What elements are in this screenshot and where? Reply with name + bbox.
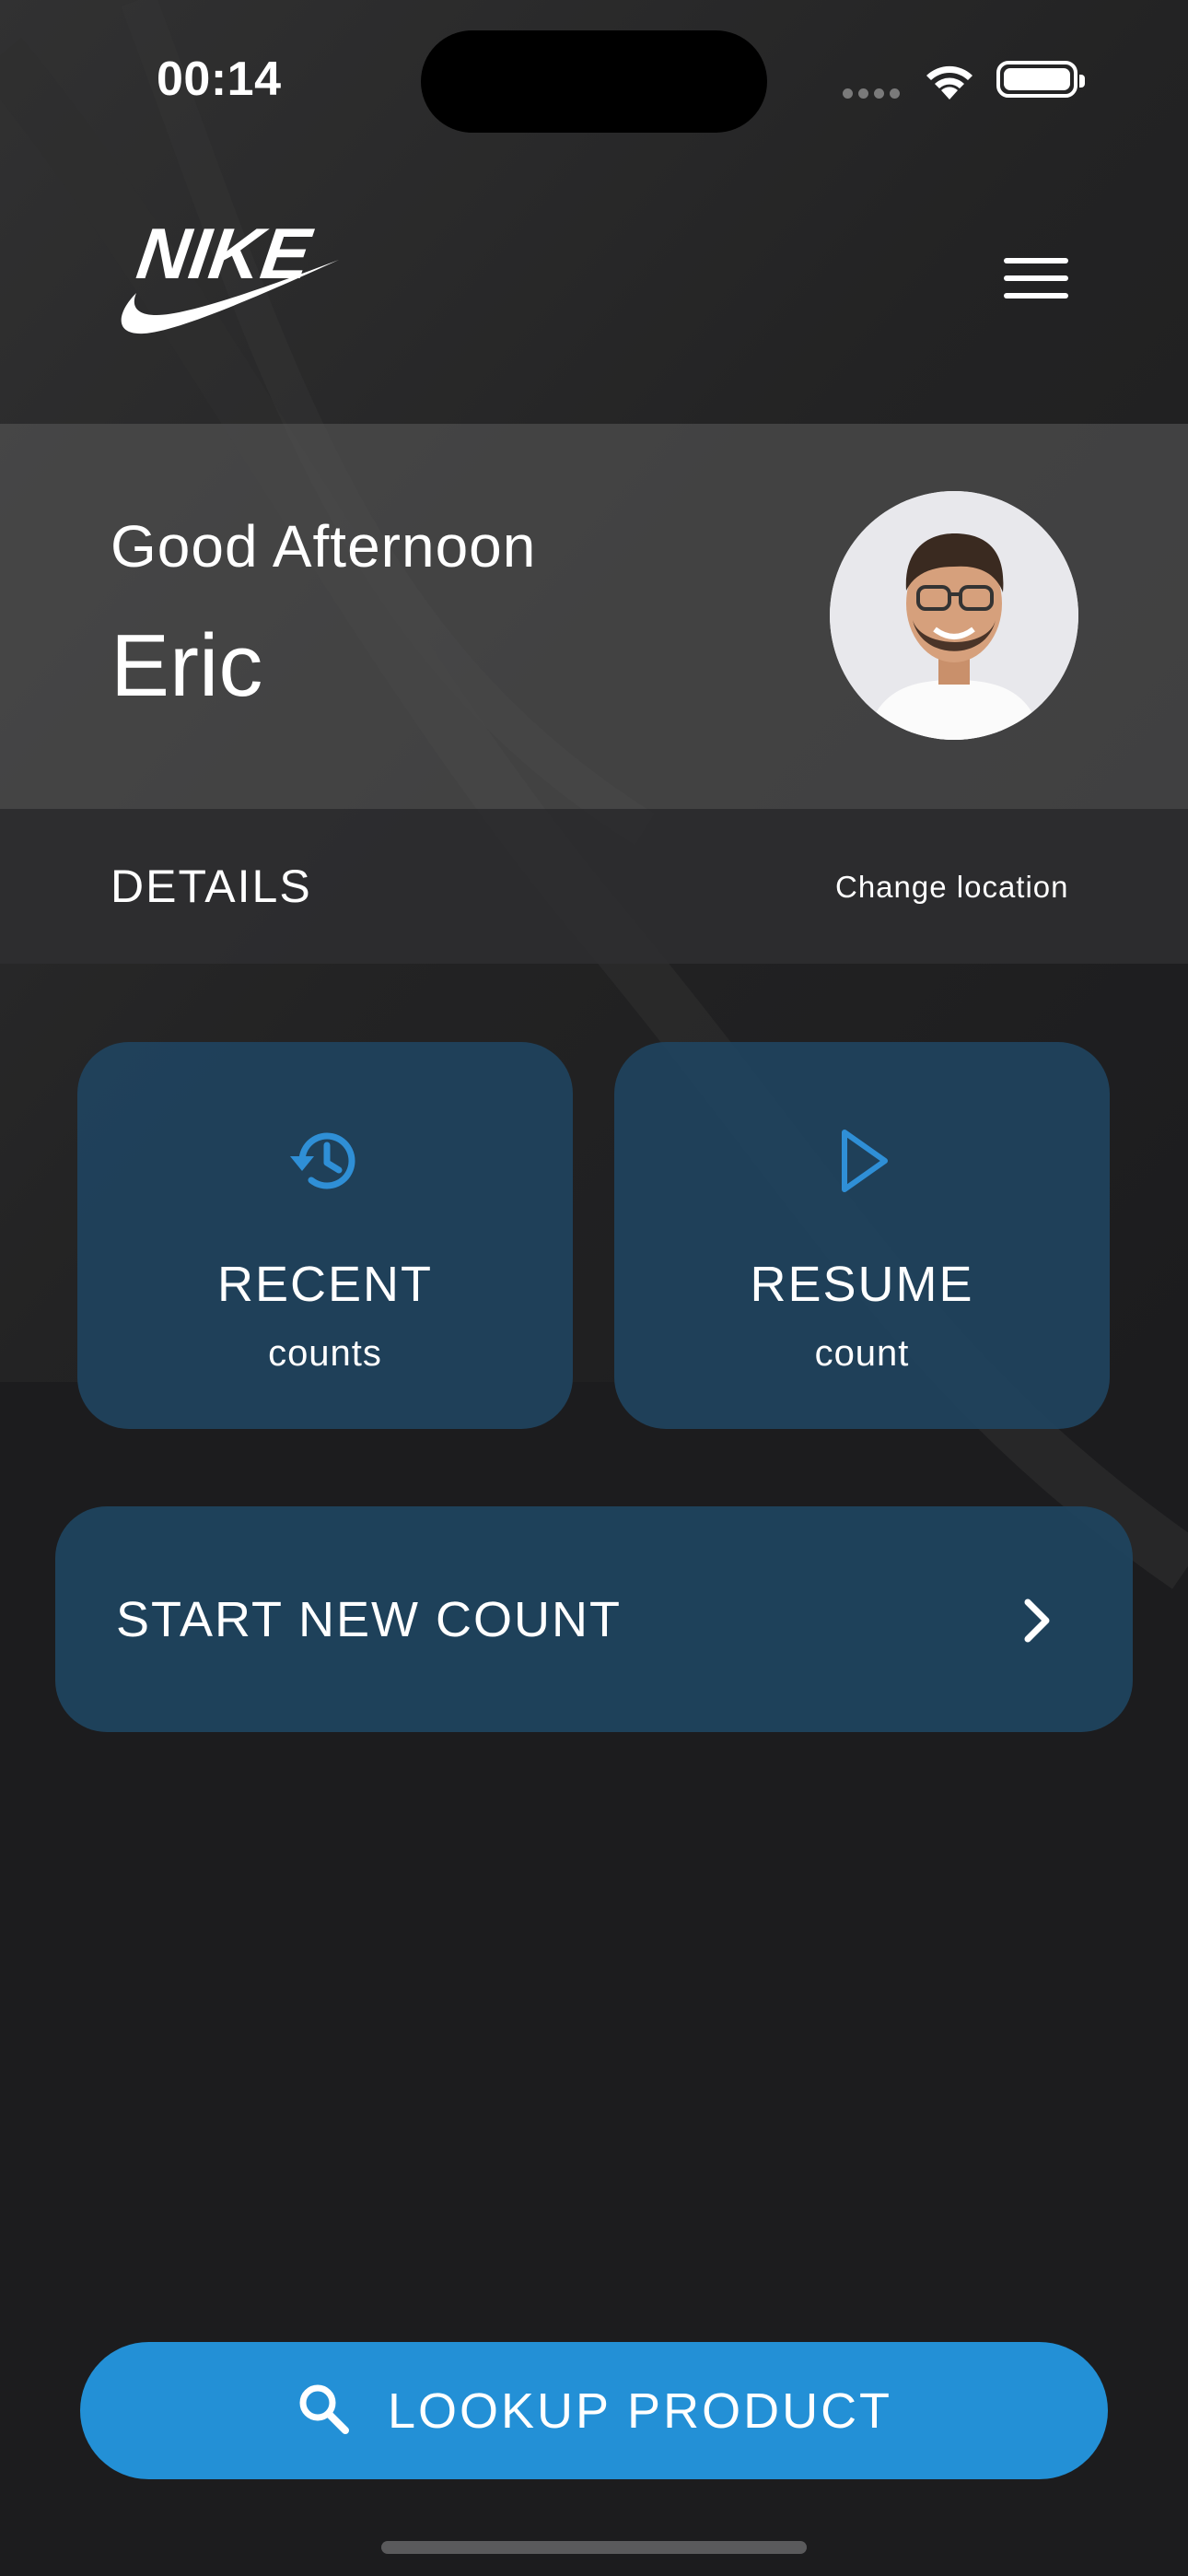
home-indicator[interactable]	[381, 2541, 807, 2554]
play-icon	[614, 1119, 1110, 1202]
user-name: Eric	[111, 616, 263, 715]
status-time: 00:14	[157, 53, 282, 106]
search-icon	[296, 2381, 351, 2441]
resume-count-card[interactable]: RESUME count	[614, 1042, 1110, 1429]
recent-counts-card[interactable]: RECENT counts	[77, 1042, 573, 1429]
battery-icon	[996, 61, 1085, 98]
lookup-product-button[interactable]: LOOKUP PRODUCT	[80, 2342, 1108, 2479]
greeting-text: Good Afternoon	[111, 513, 537, 580]
chevron-right-icon	[1017, 1595, 1057, 1651]
lookup-product-label: LOOKUP PRODUCT	[387, 2383, 893, 2439]
resume-card-subtitle: count	[814, 1333, 910, 1374]
wifi-icon	[921, 59, 978, 106]
avatar[interactable]	[830, 491, 1078, 740]
details-label: DETAILS	[111, 861, 312, 912]
cellular-signal-icon	[843, 87, 905, 103]
dynamic-island	[421, 30, 767, 133]
change-location-link[interactable]: Change location	[835, 870, 1069, 905]
start-new-count-label: START NEW COUNT	[116, 1592, 623, 1647]
nike-logo: NIKE	[109, 213, 339, 344]
start-new-count-button[interactable]: START NEW COUNT	[55, 1506, 1133, 1732]
hamburger-menu-icon[interactable]	[1004, 258, 1068, 304]
recent-card-subtitle: counts	[268, 1333, 382, 1374]
recent-card-title: RECENT	[216, 1257, 433, 1312]
svg-text:NIKE: NIKE	[133, 214, 318, 294]
resume-card-title: RESUME	[750, 1257, 974, 1312]
history-icon	[77, 1119, 573, 1202]
